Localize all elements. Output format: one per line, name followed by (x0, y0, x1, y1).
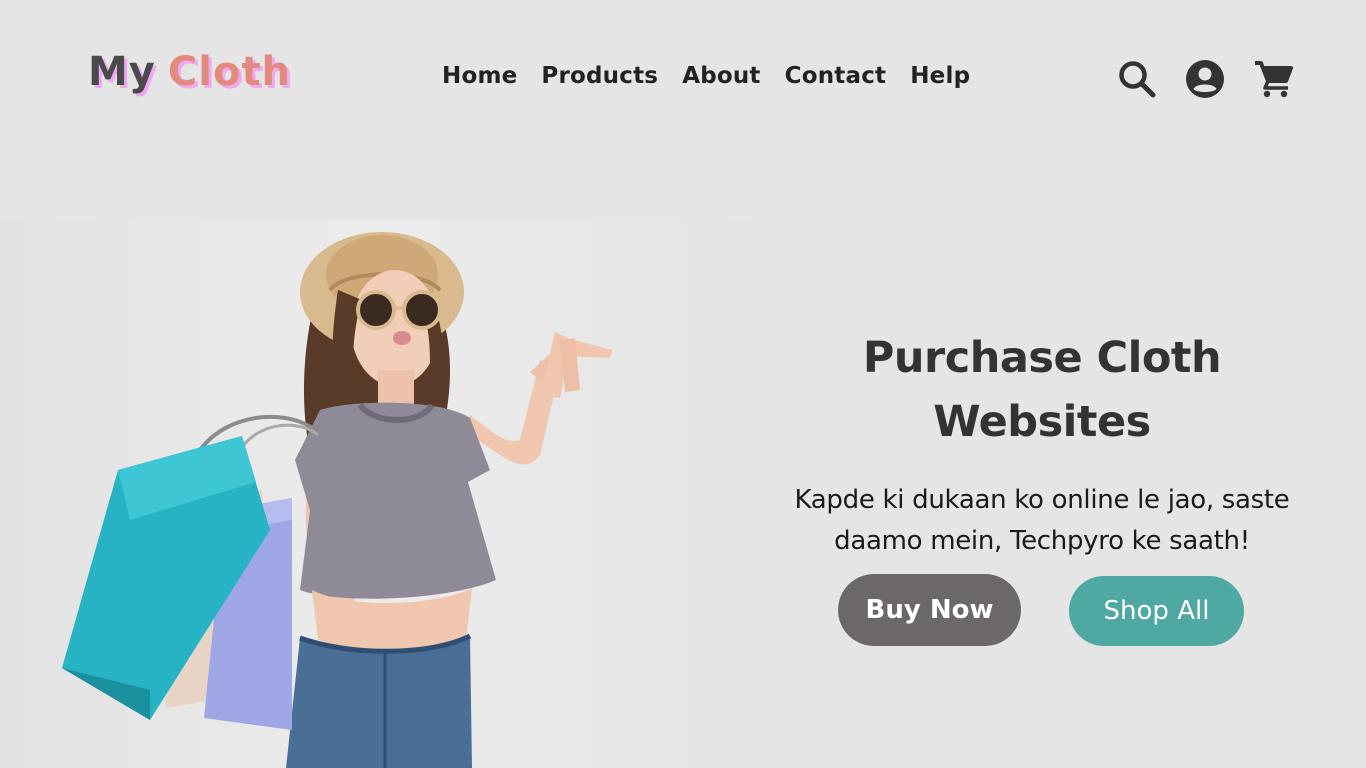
woman-with-shopping-bags-illustration (62, 232, 612, 768)
nav-home-link[interactable]: Home (442, 58, 517, 94)
nav-contact-link[interactable]: Contact (785, 58, 887, 94)
logo-text-my: My (88, 49, 156, 95)
account-circle-icon[interactable] (1184, 58, 1226, 100)
buy-now-button[interactable]: Buy Now (838, 574, 1021, 646)
shopping-cart-icon[interactable] (1252, 58, 1294, 100)
main-nav: Home Products About Contact Help (442, 58, 970, 94)
nav-about-link[interactable]: About (682, 58, 760, 94)
search-icon[interactable] (1116, 58, 1158, 100)
logo-text-cloth: Cloth (167, 49, 292, 95)
hero-subtitle: Kapde ki dukaan ko online le jao, saste … (794, 485, 1290, 556)
header-actions (1116, 58, 1294, 100)
nav-help-link[interactable]: Help (910, 58, 970, 94)
shop-all-button[interactable]: Shop All (1069, 576, 1244, 646)
hero-title: Purchase Cloth Websites (862, 333, 1222, 447)
nav-products-link[interactable]: Products (541, 58, 658, 94)
brand-logo[interactable]: My Cloth (88, 44, 291, 100)
hero-text-block: Purchase Cloth Websites Kapde ki dukaan … (752, 326, 1332, 562)
hero-image (0, 220, 752, 768)
